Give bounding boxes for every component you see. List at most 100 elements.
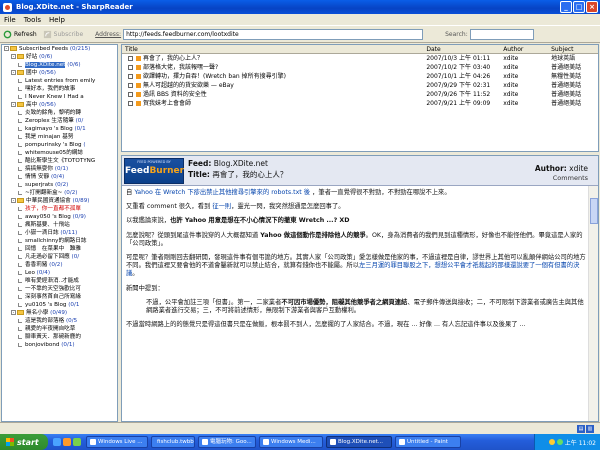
tree-feed[interactable]: 深刻事然首自己所寫緣 — [2, 293, 117, 301]
tree-feed[interactable]: yu0105 's Blog (0/1 — [2, 301, 117, 309]
tree-feed[interactable]: Leo (0/4) — [2, 269, 117, 277]
view-button-2[interactable]: ▥ — [586, 425, 594, 433]
expand-icon[interactable] — [128, 101, 133, 106]
expand-icon[interactable]: - — [11, 70, 16, 75]
expand-icon[interactable]: - — [4, 46, 9, 51]
start-button[interactable]: start — [0, 434, 48, 450]
row-date: 2007/10/3 上午 01:11 — [426, 55, 491, 62]
tree-feed[interactable]: Latest entries from emily — [2, 77, 117, 85]
expand-icon[interactable] — [128, 92, 133, 97]
tree-feed[interactable]: 親愛的半夜開自吃草 — [2, 325, 117, 333]
tree-feed[interactable]: 瘋斯基要、十飛站 — [2, 221, 117, 229]
tree-feed[interactable]: Blog.XDite.net (0/6) — [2, 61, 117, 69]
taskbar-button[interactable]: 電腦玩物: Goo... — [198, 436, 256, 448]
expand-icon[interactable] — [128, 74, 133, 79]
taskbar-button[interactable]: Blog.XDite.net... — [326, 436, 392, 448]
expand-icon[interactable]: - — [11, 310, 16, 315]
tree-feed[interactable]: 情情 安靜 (0/4) — [2, 173, 117, 181]
tree-feed[interactable]: 這是我的部落格 (0/5 — [2, 317, 117, 325]
taskbar-button[interactable]: Untitled - Paint — [395, 436, 461, 448]
expand-icon[interactable]: - — [11, 54, 16, 59]
tree-folder[interactable]: - Subscribed Feeds (0/215) — [2, 45, 117, 53]
header-subject[interactable]: Subject — [548, 45, 598, 53]
tree-feed[interactable]: Zeroplex 生活隨筆 (0/ — [2, 117, 117, 125]
tree-feed[interactable]: 酷比斯學生文《TOTOTYNG — [2, 157, 117, 165]
tree-feed[interactable]: I Never Knew I Had a — [2, 93, 117, 101]
tree-feed[interactable]: 我是 minajan 基努 — [2, 133, 117, 141]
tray-icon[interactable] — [556, 439, 563, 445]
tree-feed[interactable]: 凡走過必留下回應 (0/ — [2, 253, 117, 261]
list-row[interactable]: 再會了，我的心上人？ 2007/10/3 上午 01:11 xdite 地球英語 — [122, 54, 598, 63]
menu-file[interactable]: File — [4, 16, 16, 24]
tray-icon[interactable] — [548, 439, 555, 445]
tree-feed[interactable]: smallchinny的網路日誌 — [2, 237, 117, 245]
comments-link[interactable]: Comments — [553, 174, 588, 182]
tree-feed[interactable]: 小嶽一滴日誌 (0/11) — [2, 229, 117, 237]
taskbar-button[interactable]: Windows Live ... — [86, 436, 148, 448]
tree-feed[interactable]: 炎致的餘角，黎明的轉 — [2, 109, 117, 117]
maximize-button[interactable]: □ — [573, 1, 585, 13]
tree-folder[interactable]: - 無名小學 (0/49) — [2, 309, 117, 317]
article-link[interactable]: Yahoo 在 Wretch 下疹出禁止其他搜尋引擎來的 robots.txt … — [134, 189, 310, 196]
tree-label: 高中 — [26, 102, 38, 108]
menu-tools[interactable]: Tools — [24, 16, 41, 24]
expand-icon[interactable] — [128, 56, 133, 61]
taskbar-button[interactable]: Windows Medi... — [259, 436, 323, 448]
address-input[interactable]: http://feeds.feedburner.com/lootxdite — [123, 28, 424, 40]
list-row[interactable]: 無人可超越的的貨安欲樂 — eBay 2007/9/29 下午 02:31 xdit… — [122, 81, 598, 90]
search-input[interactable] — [469, 28, 534, 40]
minimize-button[interactable]: _ — [560, 1, 572, 13]
preview-scrollbar[interactable] — [588, 186, 598, 421]
tree-folder[interactable]: - 國中 (0/56) — [2, 69, 117, 77]
tree-feed[interactable]: whitemouse05的網誌 — [2, 149, 117, 157]
list-row[interactable]: 賀我妹考上會會師 2007/9/21 上午 09:09 xdite 普通絕美話 — [122, 99, 598, 108]
tree-folder[interactable]: - 好站 (0/6) — [2, 53, 117, 61]
article-link[interactable]: 征一則 — [212, 203, 231, 210]
expand-icon[interactable] — [128, 83, 133, 88]
row-author: xdite — [503, 64, 519, 71]
header-title[interactable]: Title — [122, 45, 423, 53]
header-author[interactable]: Author — [500, 45, 548, 53]
tree-feed[interactable]: 搞搞無耍你 (0/1) — [2, 165, 117, 173]
view-button-1[interactable]: ▤ — [577, 425, 585, 433]
list-row[interactable]: 部落格大佬，我該報嘿一聲? 2007/10/2 下午 03:40 xdite 普通絕美… — [122, 63, 598, 72]
tree-label: away050 's Blog — [25, 214, 71, 220]
rss-icon — [136, 74, 141, 79]
tree-feed[interactable]: away050 's Blog (0/9) — [2, 213, 117, 221]
refresh-button[interactable]: Refresh — [3, 30, 37, 39]
tree-feed[interactable]: 回憶 在菜果中 難雅 — [2, 245, 117, 253]
browser-icon[interactable] — [53, 438, 61, 446]
unread-count: (0/6) — [67, 62, 81, 68]
messenger-icon[interactable] — [73, 438, 81, 446]
row-date: 2007/10/1 上午 04:26 — [426, 73, 491, 80]
tree-feed[interactable]: 唯有愛經漸消..才能成 — [2, 277, 117, 285]
header-date[interactable]: Date — [423, 45, 500, 53]
tree-feed[interactable]: 孩子，你一直都不孤單 — [2, 205, 117, 213]
tree-feed[interactable]: 嘿好本，我們的故事 — [2, 85, 117, 93]
tree-feed[interactable]: ~打開翻新盒~ (0/2) — [2, 189, 117, 197]
tree-feed[interactable]: superjrats (0/2) — [2, 181, 117, 189]
tree-feed[interactable]: 腳車黃天．那碗新鹿的 — [2, 333, 117, 341]
expand-icon[interactable]: - — [11, 198, 16, 203]
tree-folder[interactable]: - 中華民國資通協會 (0/89) — [2, 197, 117, 205]
taskbar-button[interactable]: fishclub.twbbs... — [151, 436, 195, 448]
tree-feed[interactable]: 香香莉豬 (0/2) — [2, 261, 117, 269]
list-row[interactable]: 過訊 BBS 資料的安全性 2007/9/26 下午 11:52 xdite 普通絕美… — [122, 90, 598, 99]
text: 以我鑑論來說， — [126, 217, 171, 225]
scrollbar-thumb[interactable] — [590, 198, 598, 224]
logo-powered-text: FEED POWERED BY — [137, 160, 171, 164]
tree-folder[interactable]: - 高中 (0/56) — [2, 101, 117, 109]
tree-feed[interactable]: pompurinsky 's Blog ( — [2, 141, 117, 149]
tree-feed[interactable]: bonjovibond (0/1) — [2, 341, 117, 349]
row-title: 再會了，我的心上人？ — [143, 55, 204, 62]
subscribe-button[interactable]: Subscribe — [43, 30, 83, 39]
expand-icon[interactable]: - — [11, 102, 16, 107]
media-icon[interactable] — [63, 438, 71, 446]
close-button[interactable]: × — [586, 1, 598, 13]
tree-label: 無名小學 — [26, 310, 49, 316]
expand-icon[interactable] — [128, 65, 133, 70]
tree-feed[interactable]: kagimayo 's Blog (0/1 — [2, 125, 117, 133]
menu-help[interactable]: Help — [49, 16, 65, 24]
tree-feed[interactable]: 一不靠的天空強歡比可 — [2, 285, 117, 293]
list-row[interactable]: 欲譯轉功，擇力自吞！(Wretch ban 掉所有搜尋引擎) 2007/10/1 … — [122, 72, 598, 81]
